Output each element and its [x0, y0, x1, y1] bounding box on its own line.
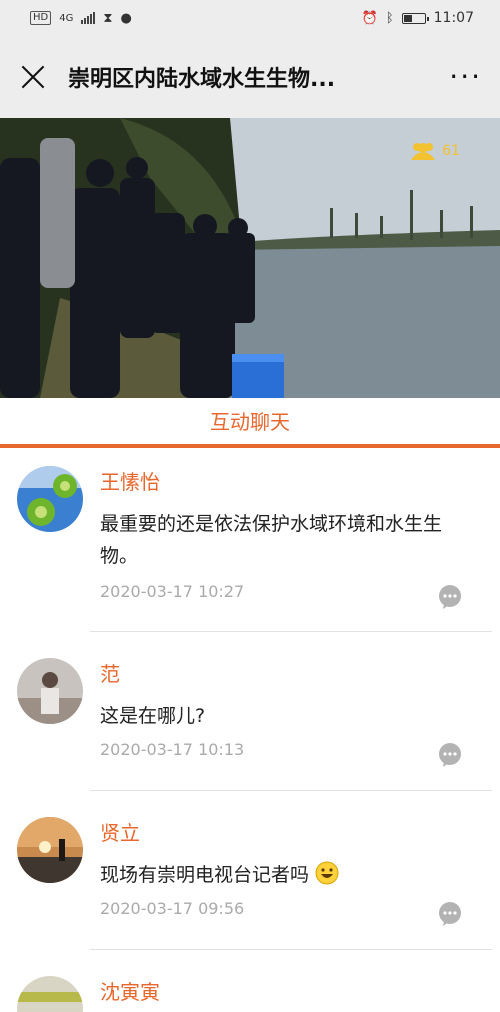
divider	[90, 631, 492, 632]
comment-item: 范 这是在哪儿? 2020-03-17 10:13	[0, 658, 500, 818]
divider	[90, 790, 492, 791]
more-icon[interactable]: ···	[433, 63, 482, 91]
comment-text: 这是在哪儿?	[100, 705, 206, 727]
hourglass-icon: ⧗	[103, 10, 113, 26]
viewer-counter: 61	[410, 142, 460, 160]
alarm-icon: ⏰	[361, 10, 378, 26]
comment-text-wrap: 现场有崇明电视台记者吗	[100, 859, 450, 891]
divider	[90, 949, 492, 950]
tab-chat[interactable]: 互动聊天	[0, 398, 500, 446]
reply-icon[interactable]	[437, 742, 463, 768]
avatar-image	[17, 658, 83, 724]
comment-item: 沈寅寅	[0, 976, 500, 1012]
comment-time: 2020-03-17 10:13	[100, 740, 245, 759]
battery-icon	[401, 12, 429, 24]
viewers-icon	[411, 143, 436, 160]
avatar[interactable]	[17, 817, 83, 883]
title-bar: 崇明区内陆水域水生生物... ···	[0, 36, 500, 118]
comment-time: 2020-03-17 10:27	[100, 582, 245, 601]
comment-author: 沈寅寅	[100, 980, 160, 1004]
avatar-image	[17, 976, 83, 1012]
status-bar: HD 4G ⧗ ● ⏰ ᛒ 11:07	[0, 0, 500, 36]
comment-text: 最重要的还是依法保护水域环境和水生生物。	[100, 513, 443, 567]
comment-author: 王愫怡	[100, 470, 160, 494]
clock: 11:07	[433, 10, 474, 26]
avatar[interactable]	[17, 976, 83, 1012]
comment-item: 贤立 现场有崇明电视台记者吗 2020-03-17 09:56	[0, 817, 500, 977]
viewer-count: 61	[442, 143, 460, 159]
bluetooth-icon: ᛒ	[385, 10, 394, 26]
status-left: HD 4G ⧗ ●	[30, 11, 132, 26]
avatar[interactable]	[17, 658, 83, 724]
comment-text: 现场有崇明电视台记者吗	[100, 864, 310, 886]
reply-icon[interactable]	[437, 584, 463, 610]
network-type: 4G	[59, 12, 74, 24]
tab-indicator	[0, 444, 500, 448]
comment-item: 王愫怡 最重要的还是依法保护水域环境和水生生物。 2020-03-17 10:2…	[0, 466, 500, 626]
avatar-image	[17, 817, 83, 883]
smile-emoji-icon	[315, 861, 339, 885]
comment-author: 贤立	[100, 821, 140, 845]
live-video[interactable]: 61	[0, 118, 500, 398]
comment-time: 2020-03-17 09:56	[100, 899, 245, 918]
comment-author: 范	[100, 662, 120, 686]
hd-badge: HD	[30, 11, 52, 25]
close-icon[interactable]	[18, 62, 48, 92]
reply-icon[interactable]	[437, 901, 463, 927]
avatar-image	[17, 466, 83, 532]
avatar[interactable]	[17, 466, 83, 532]
video-scene	[0, 118, 500, 398]
message-icon: ●	[120, 10, 132, 26]
status-right: ⏰ ᛒ 11:07	[362, 10, 474, 26]
page-title: 崇明区内陆水域水生生物...	[68, 67, 336, 92]
tab-bar: 互动聊天	[0, 398, 500, 450]
signal-icon	[81, 12, 96, 24]
